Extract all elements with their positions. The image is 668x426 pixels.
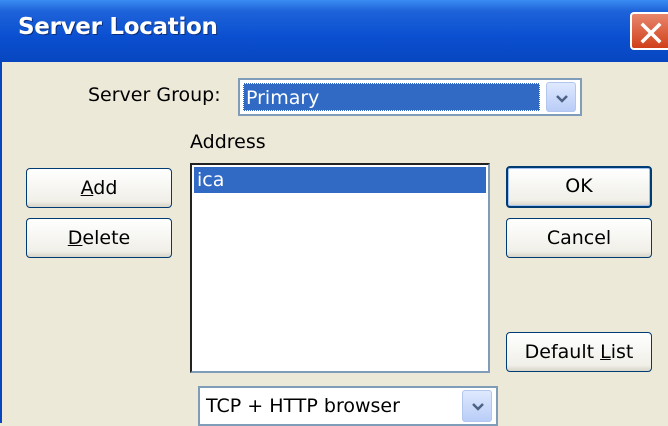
ok-button[interactable]: OK — [506, 166, 652, 208]
protocol-select[interactable]: TCP + HTTP browser — [198, 386, 498, 426]
chevron-down-icon — [556, 95, 568, 103]
server-group-dropdown-button[interactable] — [546, 82, 576, 112]
server-group-select[interactable]: Primary — [238, 78, 582, 116]
add-button[interactable]: Add — [26, 168, 172, 208]
server-group-label: Server Group: — [88, 84, 221, 106]
close-icon — [640, 22, 662, 44]
default-list-button[interactable]: Default List — [506, 332, 652, 372]
title-bar[interactable]: Server Location — [0, 0, 668, 62]
address-label: Address — [190, 131, 266, 153]
delete-button[interactable]: Delete — [26, 218, 172, 258]
server-group-value: Primary — [243, 83, 540, 111]
chevron-down-icon — [472, 403, 484, 411]
protocol-value: TCP + HTTP browser — [206, 395, 400, 417]
cancel-button[interactable]: Cancel — [506, 218, 652, 258]
close-button[interactable] — [630, 12, 668, 50]
protocol-dropdown-button[interactable] — [462, 390, 492, 422]
window-title: Server Location — [18, 14, 218, 40]
address-listbox[interactable]: ica — [190, 163, 490, 373]
list-item[interactable]: ica — [194, 167, 486, 193]
